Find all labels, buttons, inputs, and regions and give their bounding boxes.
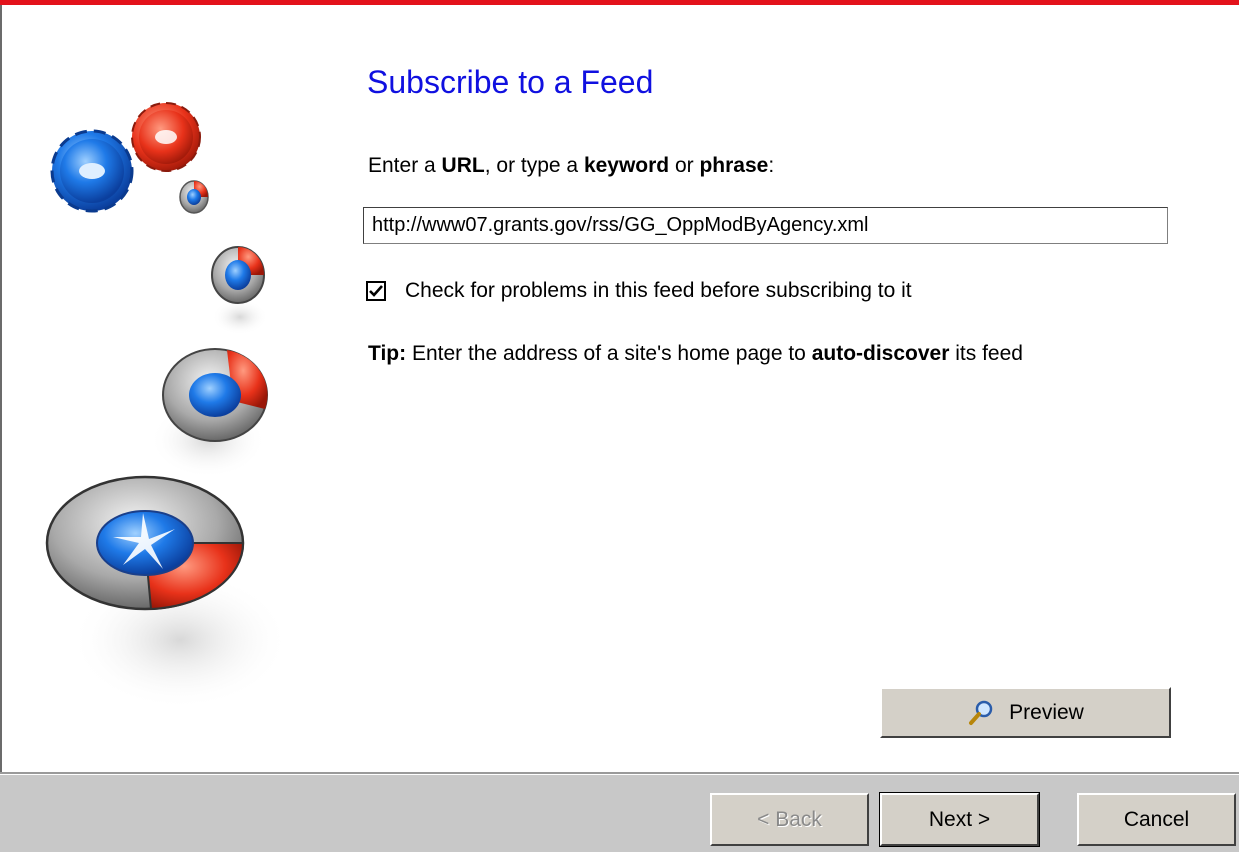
cancel-button[interactable]: Cancel: [1077, 793, 1236, 846]
feed-disc-icon: [211, 246, 265, 304]
prompt-url-word: URL: [441, 154, 485, 177]
tip-body: its feed: [949, 342, 1023, 365]
preview-button[interactable]: Preview: [880, 687, 1171, 738]
magnifier-icon: [967, 699, 995, 727]
window-top-border: [0, 0, 1239, 5]
prompt-text: or: [669, 154, 700, 177]
cancel-label: Cancel: [1123, 807, 1190, 831]
footer-divider: [0, 774, 1239, 775]
disc-shadow: [212, 299, 268, 335]
back-label: < Back: [757, 807, 822, 831]
back-button[interactable]: < Back: [710, 793, 869, 846]
tip-body: Enter the address of a site's home page …: [406, 342, 812, 365]
url-prompt-label: Enter a URL, or type a keyword or phrase…: [368, 154, 774, 178]
feed-url-input[interactable]: [363, 207, 1168, 244]
window-left-border: [0, 5, 2, 773]
next-label: Next >: [928, 807, 991, 831]
wizard-artwork: [45, 102, 290, 710]
gear-icon: [131, 102, 201, 172]
check-problems-checkbox[interactable]: [366, 281, 386, 301]
prompt-text: , or type a: [484, 154, 584, 177]
tip-emphasis: auto-discover: [811, 342, 950, 365]
prompt-keyword-word: keyword: [583, 154, 670, 177]
check-problems-row[interactable]: Check for problems in this feed before s…: [366, 279, 912, 303]
prompt-phrase-word: phrase: [699, 154, 769, 177]
tip-text: Tip: Enter the address of a site's home …: [368, 342, 1023, 366]
tip-lead: Tip:: [368, 342, 407, 365]
feed-disc-icon: [179, 180, 209, 214]
check-problems-label[interactable]: Check for problems in this feed before s…: [405, 279, 912, 303]
feed-disc-icon: [162, 348, 268, 442]
gear-icon: [50, 129, 134, 213]
wizard-footer: [0, 772, 1239, 852]
next-button[interactable]: Next >: [879, 792, 1040, 847]
feed-disc-icon: [45, 475, 245, 611]
prompt-text: :: [768, 154, 775, 177]
preview-label: Preview: [1009, 700, 1084, 724]
page-title: Subscribe to a Feed: [367, 64, 654, 100]
checkmark-icon: [369, 285, 383, 297]
prompt-text: Enter a: [368, 154, 442, 177]
